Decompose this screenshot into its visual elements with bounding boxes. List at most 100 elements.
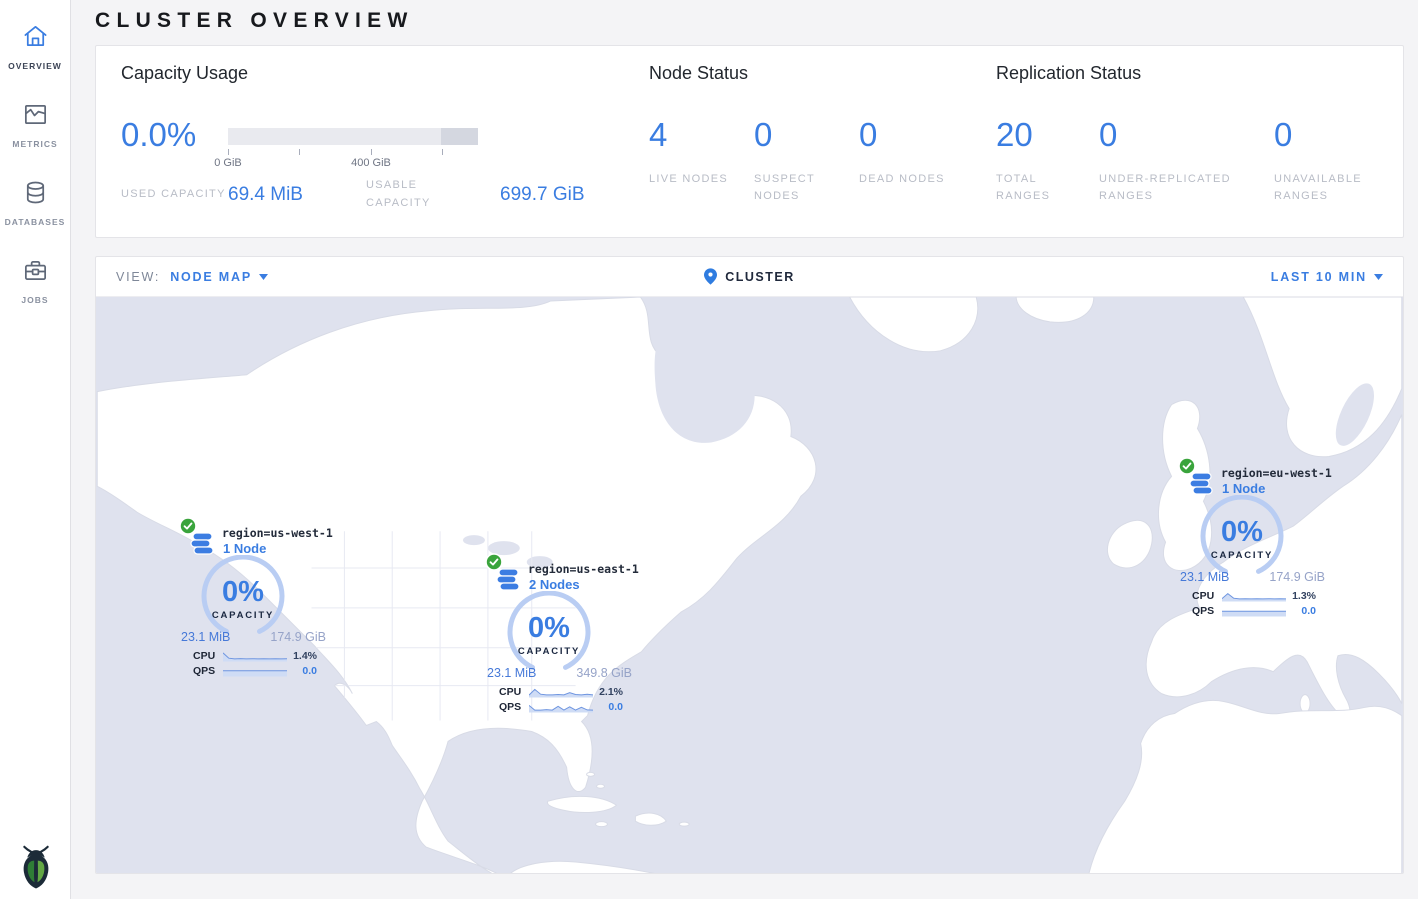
main-content: CLUSTER OVERVIEW Capacity Usage 0.0% 0 G…: [71, 0, 1418, 874]
gauge-capacity-label: CAPACITY: [193, 610, 293, 621]
view-label: VIEW:: [116, 270, 160, 284]
qps-metric-row: QPS 0.0: [193, 665, 317, 677]
world-map: region=us-west-1 1 Node 0% CAPACITY 23.1…: [96, 297, 1403, 874]
locality-node-count[interactable]: 2 Nodes: [529, 577, 580, 592]
sidebar-item-label: METRICS: [12, 139, 57, 149]
qps-label: QPS: [193, 665, 223, 677]
cpu-metric-row: CPU 1.3%: [1192, 590, 1316, 602]
axis-tick: [228, 149, 229, 155]
under-replicated-ranges-stat: 0 UNDER-REPLICATED RANGES: [1099, 116, 1259, 205]
cpu-sparkline: [1222, 590, 1286, 602]
sidebar-item-label: JOBS: [21, 295, 48, 305]
cpu-metric-row: CPU 2.1%: [499, 686, 623, 698]
stat-value: 4: [649, 116, 728, 154]
cpu-label: CPU: [193, 650, 223, 662]
databases-icon: [0, 179, 70, 206]
capacity-usage-title: Capacity Usage: [121, 63, 248, 84]
gauge-percent: 0%: [193, 576, 293, 609]
locality-node-count[interactable]: 1 Node: [1222, 481, 1265, 496]
sidebar-item-databases[interactable]: DATABASES: [0, 166, 70, 244]
stat-label: LIVE NODES: [649, 171, 728, 188]
suspect-nodes-stat: 0 SUSPECT NODES: [754, 116, 844, 205]
locality-card-us-east-1[interactable]: region=us-east-1 2 Nodes 0% CAPACITY 23.…: [479, 550, 649, 720]
qps-metric-row: QPS 0.0: [499, 701, 623, 713]
locality-card-us-west-1[interactable]: region=us-west-1 1 Node 0% CAPACITY 23.1…: [173, 514, 343, 684]
usable-capacity-label: USABLE CAPACITY: [366, 177, 475, 212]
locality-used-value: 23.1 MiB: [181, 630, 230, 644]
used-capacity-label: USED CAPACITY: [121, 186, 228, 204]
sidebar-item-label: DATABASES: [5, 217, 66, 227]
stat-value: 20: [996, 116, 1086, 154]
time-range-selector[interactable]: LAST 10 MIN: [1271, 270, 1383, 284]
sidebar-item-metrics[interactable]: METRICS: [0, 88, 70, 166]
axis-tick: [371, 149, 372, 155]
node-status-title: Node Status: [649, 63, 748, 84]
sidebar-item-overview[interactable]: OVERVIEW: [0, 10, 70, 88]
qps-sparkline: [223, 665, 287, 677]
stat-label: UNAVAILABLE RANGES: [1274, 171, 1364, 205]
qps-value: 0.0: [302, 665, 317, 677]
stat-label: SUSPECT NODES: [754, 171, 844, 205]
qps-label: QPS: [499, 701, 529, 713]
axis-tick: [299, 149, 300, 155]
cluster-overview-page: { "app": { "title": "CLUSTER OVERVIEW" }…: [0, 0, 1418, 899]
gauge-capacity-label: CAPACITY: [499, 646, 599, 657]
unavailable-ranges-stat: 0 UNAVAILABLE RANGES: [1274, 116, 1364, 205]
breadcrumb: CLUSTER: [96, 268, 1403, 285]
live-nodes-stat: 4 LIVE NODES: [649, 116, 728, 188]
page-title: CLUSTER OVERVIEW: [71, 0, 1418, 45]
locality-region-label: region=us-east-1: [528, 562, 639, 576]
locality-total-value: 174.9 GiB: [270, 630, 326, 644]
locality-card-eu-west-1[interactable]: region=eu-west-1 1 Node 0% CAPACITY 23.1…: [1172, 454, 1342, 624]
locality-region-label: region=us-west-1: [222, 526, 333, 540]
capacity-bar-chart: 0 GiB 400 GiB: [228, 128, 478, 172]
usable-capacity-value: 699.7 GiB: [500, 184, 585, 206]
capacity-used-percent: 0.0%: [121, 116, 196, 154]
sidebar: OVERVIEW METRICS DATABASES: [0, 0, 71, 899]
stat-label: TOTAL RANGES: [996, 171, 1086, 205]
locality-node-count[interactable]: 1 Node: [223, 541, 266, 556]
capacity-usage-section: Capacity Usage 0.0% 0 GiB 400 GiB USED C…: [121, 46, 641, 237]
locality-capacity-values: 23.1 MiB 174.9 GiB: [181, 630, 326, 644]
qps-value: 0.0: [1301, 605, 1316, 617]
locality-used-value: 23.1 MiB: [487, 666, 536, 680]
locality-capacity-values: 23.1 MiB 349.8 GiB: [487, 666, 632, 680]
locality-used-value: 23.1 MiB: [1180, 570, 1229, 584]
gauge-percent: 0%: [499, 612, 599, 645]
database-stack-icon: [1189, 471, 1215, 497]
locality-capacity-values: 23.1 MiB 174.9 GiB: [1180, 570, 1325, 584]
sidebar-item-label: OVERVIEW: [8, 61, 62, 71]
cpu-metric-row: CPU 1.4%: [193, 650, 317, 662]
cpu-label: CPU: [499, 686, 529, 698]
home-icon: [0, 23, 70, 50]
caret-down-icon: [1374, 274, 1383, 280]
stat-value: 0: [859, 116, 945, 154]
replication-status-title: Replication Status: [996, 63, 1141, 84]
capacity-bar: [228, 128, 478, 145]
stat-value: 0: [754, 116, 844, 154]
caret-down-icon: [259, 274, 268, 280]
sidebar-item-jobs[interactable]: JOBS: [0, 244, 70, 322]
axis-tick-label: 400 GiB: [336, 157, 406, 169]
cpu-value: 1.4%: [293, 650, 317, 662]
cpu-value: 2.1%: [599, 686, 623, 698]
time-range-value: LAST 10 MIN: [1271, 270, 1367, 284]
map-view-bar: VIEW: NODE MAP CLUSTER LAST 10 MIN: [96, 257, 1403, 297]
view-selector-dropdown[interactable]: NODE MAP: [170, 270, 268, 284]
node-status-section: Node Status 4 LIVE NODES 0 SUSPECT NODES…: [649, 46, 979, 237]
qps-value: 0.0: [608, 701, 623, 713]
axis-tick-label: 0 GiB: [193, 157, 263, 169]
gauge-capacity-label: CAPACITY: [1192, 550, 1292, 561]
breadcrumb-cluster: CLUSTER: [725, 270, 795, 284]
database-stack-icon: [190, 531, 216, 557]
axis-tick: [442, 149, 443, 155]
qps-metric-row: QPS 0.0: [1192, 605, 1316, 617]
cpu-label: CPU: [1192, 590, 1222, 602]
qps-sparkline: [1222, 605, 1286, 617]
cpu-value: 1.3%: [1292, 590, 1316, 602]
map-pin-icon: [704, 268, 717, 285]
capacity-bar-reserved-segment: [441, 128, 479, 145]
jobs-icon: [0, 257, 70, 284]
node-map-panel: VIEW: NODE MAP CLUSTER LAST 10 MIN: [95, 256, 1404, 874]
total-ranges-stat: 20 TOTAL RANGES: [996, 116, 1086, 205]
